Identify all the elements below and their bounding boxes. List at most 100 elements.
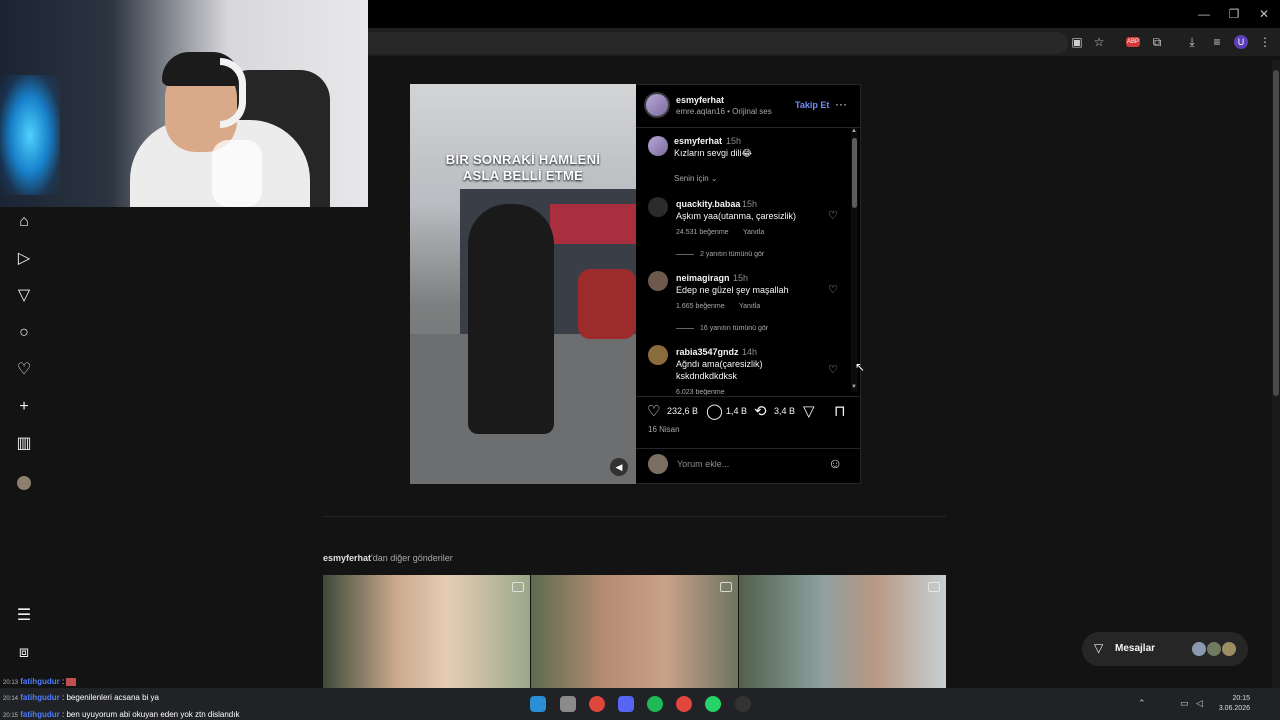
file-explorer-icon[interactable] [560,696,576,712]
menu-icon[interactable]: ☰ [14,606,34,626]
author-avatar[interactable] [644,92,670,118]
extensions-icon[interactable]: ⧉ [1148,33,1166,51]
widgets-app-icon[interactable] [530,696,546,712]
media-icon[interactable]: ≡ [1208,33,1226,51]
profile-avatar[interactable] [17,476,31,490]
like-heart-icon[interactable]: ♡ [647,402,660,420]
close-button[interactable]: ✕ [1250,4,1278,24]
comments-scroll-thumb[interactable] [852,138,857,208]
caption-avatar[interactable] [648,136,668,156]
chat-text: : ben uyuyorum abi okuyan eden yok ztn d… [62,710,240,719]
comment-avatar[interactable] [648,345,668,365]
mute-icon[interactable]: ◀ [610,458,628,476]
comment-time: 14h [742,347,758,357]
chat-message: 20:13 fatihgudur : [3,677,77,686]
caption-text: Kızların sevgi dili😂 [674,148,753,158]
comment-like-heart-icon[interactable]: ♡ [828,363,838,376]
reply-button[interactable]: Yanıtla [743,229,764,236]
emoji-icon[interactable]: ☺ [828,455,842,471]
obs-icon[interactable] [735,696,751,712]
chat-time: 20:13 [3,680,19,686]
notifications-heart-icon[interactable]: ♡ [14,360,34,380]
comment-text: Ağndı ama(çaresizlik) kskdndkdkdksk [676,359,763,381]
spotify-icon[interactable] [647,696,663,712]
bookmark-star-icon[interactable]: ☆ [1090,33,1108,51]
caption-time: 15h [726,136,742,146]
adblock-extension-icon[interactable]: ABP [1126,37,1140,47]
scroll-up-icon[interactable]: ▲ [851,128,857,134]
scroll-down-icon[interactable]: ▼ [851,384,857,390]
comment-username[interactable]: rabia3547gndz [676,347,739,357]
system-time[interactable]: 20:15 [1200,695,1250,702]
profile-avatar-icon[interactable]: U [1234,35,1248,49]
tray-chevron-icon[interactable]: ⌃ [1138,698,1146,709]
reels-icon[interactable]: ▷ [14,249,34,269]
chat-message: 20:14 fatihgudur : begenilenleri acsana … [3,693,159,702]
chrome-icon[interactable] [676,696,692,712]
video-person [468,204,554,434]
comment-count[interactable]: 1,4 B [726,406,747,416]
home-icon[interactable]: ⌂ [14,212,34,232]
video-caption: BİR SONRAKİ HAMLENİ ASLA BELLİ ETME [445,152,601,183]
comment-filter[interactable]: Senin için ⌄ [674,174,718,183]
system-date[interactable]: 3.06.2026 [1200,705,1250,712]
more-post-thumbnail[interactable] [323,575,530,688]
create-plus-icon[interactable]: + [14,397,34,417]
more-posts-username[interactable]: esmyferhat [323,553,371,563]
mouse-cursor: ↖ [855,360,866,374]
view-replies-button[interactable]: 2 yanıtın tümünü gör [676,251,764,258]
cast-icon[interactable]: ▣ [1068,33,1086,51]
author-username[interactable]: esmyferhat [676,95,724,105]
comment-likes[interactable]: 24.531 beğenme [676,229,729,236]
more-post-thumbnail[interactable] [739,575,946,688]
reel-badge-icon [512,582,524,592]
comment-likes[interactable]: 6.023 beğenme [676,389,725,395]
comment-username[interactable]: quackity.babaa [676,199,740,209]
view-replies-button[interactable]: 16 yanıtın tümünü gör [676,325,768,332]
network-icon[interactable]: ▭ [1180,698,1189,709]
comment-time: 15h [733,273,749,283]
dashboard-icon[interactable]: ▥ [14,434,34,454]
maximize-button[interactable]: ❐ [1220,4,1248,24]
webcam-overlay [0,0,368,207]
comment-avatar[interactable] [648,197,668,217]
reel-badge-icon [720,582,732,592]
comment-avatar[interactable] [648,271,668,291]
post-video[interactable]: BİR SONRAKİ HAMLENİ ASLA BELLİ ETME [410,84,636,484]
comment-bubble-icon[interactable]: ◯ [706,402,723,420]
apps-icon[interactable]: ⧈ [14,643,34,663]
reply-button[interactable]: Yanıtla [739,303,760,310]
chat-emote-icon [66,677,77,686]
comment-filter-label: Senin için [674,174,709,183]
minimize-button[interactable]: — [1190,4,1218,24]
comment-username[interactable]: neimagiragn [676,273,730,283]
direct-icon[interactable]: ▽ [14,286,34,306]
message-avatar [1191,641,1207,657]
menu-dots-icon[interactable]: ⋮ [1256,33,1274,51]
like-count[interactable]: 232,6 B [667,406,698,416]
address-bar[interactable] [368,32,1068,54]
reel-badge-icon [928,582,940,592]
repost-count[interactable]: 3,4 B [774,406,795,416]
whatsapp-icon[interactable] [705,696,721,712]
chat-time: 20:15 [3,713,19,719]
more-options-icon[interactable]: ··· [835,97,847,111]
chat-text: : begenilenleri acsana bi ya [62,693,159,702]
comment-like-heart-icon[interactable]: ♡ [828,283,838,296]
own-avatar [648,454,668,474]
comment-input[interactable]: Yorum ekle... [677,459,729,469]
page-scroll-thumb[interactable] [1273,70,1279,396]
comment-likes[interactable]: 1.665 beğenme [676,303,725,310]
caption-username[interactable]: esmyferhat [674,136,722,146]
follow-button[interactable]: Takip Et [795,100,829,110]
chrome-icon[interactable] [589,696,605,712]
share-icon[interactable]: ▽ [803,402,815,420]
repost-icon[interactable]: ⟲ [754,402,767,420]
more-post-thumbnail[interactable] [531,575,738,688]
download-icon[interactable]: ⤓ [1183,33,1201,51]
search-icon[interactable]: ○ [14,323,34,343]
save-bookmark-icon[interactable]: ⊓ [834,402,846,420]
comment-like-heart-icon[interactable]: ♡ [828,209,838,222]
audio-label[interactable]: emre.aqlan16 • Orijinal ses [676,107,772,116]
discord-icon[interactable] [618,696,634,712]
